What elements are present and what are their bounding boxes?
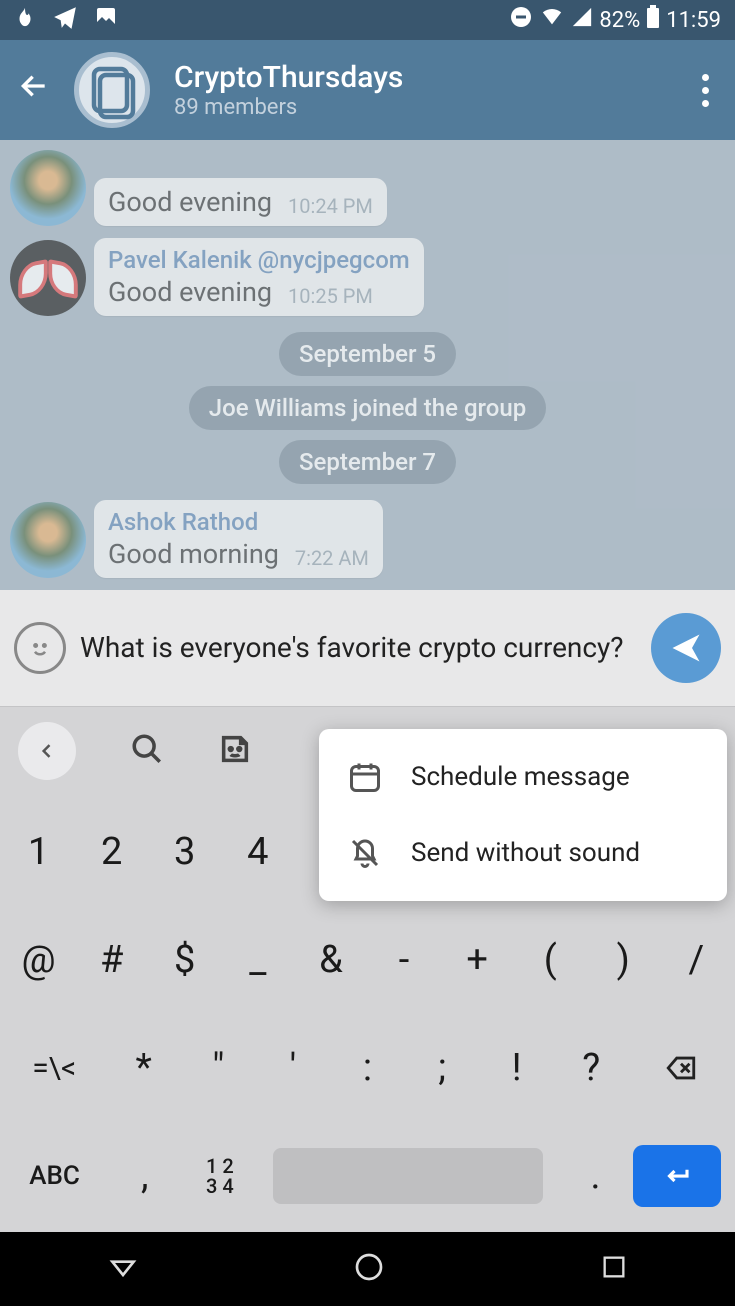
more-options-button[interactable] (694, 66, 717, 115)
message-sender: Pavel Kalenik @nycjpegcom (108, 246, 410, 274)
kb-row-3: =\< * " ' : ; ! ? (2, 1014, 733, 1122)
key-dash[interactable]: - (367, 920, 440, 1000)
chat-messages-area[interactable]: Good evening 10:24 PM Pavel Kalenik @nyc… (0, 140, 735, 590)
key-question[interactable]: ? (554, 1028, 629, 1108)
key-comma[interactable]: , (107, 1136, 182, 1216)
key-squote[interactable]: ' (256, 1028, 331, 1108)
kb-sticker-icon[interactable] (218, 732, 252, 770)
emoji-button[interactable] (14, 622, 66, 674)
system-message: Joe Williams joined the group (189, 386, 546, 430)
key-numpad[interactable]: 1 23 4 (182, 1136, 257, 1216)
tinder-icon (14, 4, 36, 36)
status-left-icons (14, 4, 118, 36)
key-3[interactable]: 3 (148, 812, 221, 892)
message-input[interactable]: What is everyone's favorite crypto curre… (80, 630, 637, 666)
key-symbols-shift[interactable]: =\< (2, 1028, 106, 1108)
kb-row-4: ABC , 1 23 4 . (2, 1122, 733, 1230)
key-2[interactable]: 2 (75, 812, 148, 892)
status-right: 82% 11:59 (509, 5, 721, 35)
signal-icon (571, 6, 593, 34)
message-text: Good evening (108, 276, 272, 308)
message-row[interactable]: Pavel Kalenik @nycjpegcom Good evening 1… (0, 232, 735, 322)
key-colon[interactable]: : (330, 1028, 405, 1108)
schedule-message-option[interactable]: Schedule message (319, 739, 727, 815)
user-avatar[interactable] (10, 502, 86, 578)
message-time: 10:25 PM (288, 278, 373, 308)
key-1[interactable]: 1 (2, 812, 75, 892)
message-bubble[interactable]: Ashok Rathod Good morning 7:22 AM (94, 500, 383, 578)
message-bubble[interactable]: Pavel Kalenik @nycjpegcom Good evening 1… (94, 238, 424, 316)
android-nav-bar (0, 1232, 735, 1306)
chat-name: CryptoThursdays (174, 60, 670, 95)
key-at[interactable]: @ (2, 920, 75, 1000)
gallery-icon (94, 5, 118, 35)
message-bubble[interactable]: Good evening 10:24 PM (94, 178, 387, 226)
key-4[interactable]: 4 (221, 812, 294, 892)
battery-icon (646, 5, 660, 35)
key-enter[interactable] (633, 1145, 721, 1207)
header-title-block[interactable]: CryptoThursdays 89 members (174, 60, 670, 120)
send-without-sound-option[interactable]: Send without sound (319, 815, 727, 891)
key-period[interactable]: . (558, 1136, 633, 1216)
nav-recents-button[interactable] (600, 1253, 628, 1285)
wifi-icon (539, 6, 565, 34)
kb-collapse-button[interactable] (18, 722, 76, 780)
message-row[interactable]: Good evening 10:24 PM (0, 144, 735, 232)
key-star[interactable]: * (106, 1028, 181, 1108)
message-text: Good evening (108, 186, 272, 218)
chat-header[interactable]: CryptoThursdays 89 members (0, 40, 735, 140)
key-dquote[interactable]: " (181, 1028, 256, 1108)
menu-item-label: Schedule message (411, 762, 630, 792)
key-slash[interactable]: / (660, 920, 733, 1000)
message-sender: Ashok Rathod (108, 508, 369, 536)
key-backspace[interactable] (629, 1028, 733, 1108)
clock: 11:59 (666, 8, 721, 33)
date-separator: September 7 (279, 440, 456, 484)
telegram-icon (52, 4, 78, 36)
message-row[interactable]: Ashok Rathod Good morning 7:22 AM (0, 494, 735, 584)
key-rparen[interactable]: ) (587, 920, 660, 1000)
bell-muted-icon (347, 835, 383, 871)
nav-home-button[interactable] (353, 1251, 385, 1287)
key-abc[interactable]: ABC (2, 1136, 107, 1216)
back-button[interactable] (18, 69, 50, 111)
message-time: 10:24 PM (288, 188, 373, 218)
battery-percent: 82% (599, 8, 640, 33)
message-time: 7:22 AM (295, 540, 369, 570)
user-avatar[interactable] (10, 150, 86, 226)
nav-back-button[interactable] (107, 1251, 139, 1287)
group-avatar[interactable] (74, 52, 150, 128)
date-separator: September 5 (279, 332, 456, 376)
kb-search-icon[interactable] (130, 732, 164, 770)
chat-members: 89 members (174, 95, 670, 120)
key-amp[interactable]: & (294, 920, 367, 1000)
key-lparen[interactable]: ( (514, 920, 587, 1000)
key-dollar[interactable]: $ (148, 920, 221, 1000)
android-status-bar: 82% 11:59 (0, 0, 735, 40)
kb-row-2: @ # $ _ & - + ( ) / (2, 906, 733, 1014)
key-hash[interactable]: # (75, 920, 148, 1000)
key-underscore[interactable]: _ (221, 920, 294, 1000)
message-text: Good morning (108, 538, 279, 570)
menu-item-label: Send without sound (411, 838, 640, 868)
key-bang[interactable]: ! (479, 1028, 554, 1108)
user-avatar[interactable] (10, 240, 86, 316)
send-button[interactable] (651, 613, 721, 683)
calendar-icon (347, 759, 383, 795)
dnd-icon (509, 5, 533, 35)
send-options-menu: Schedule message Send without sound (319, 729, 727, 901)
key-semicolon[interactable]: ; (405, 1028, 480, 1108)
key-plus[interactable]: + (441, 920, 514, 1000)
key-space[interactable] (257, 1136, 557, 1216)
message-input-area: What is everyone's favorite crypto curre… (0, 590, 735, 706)
